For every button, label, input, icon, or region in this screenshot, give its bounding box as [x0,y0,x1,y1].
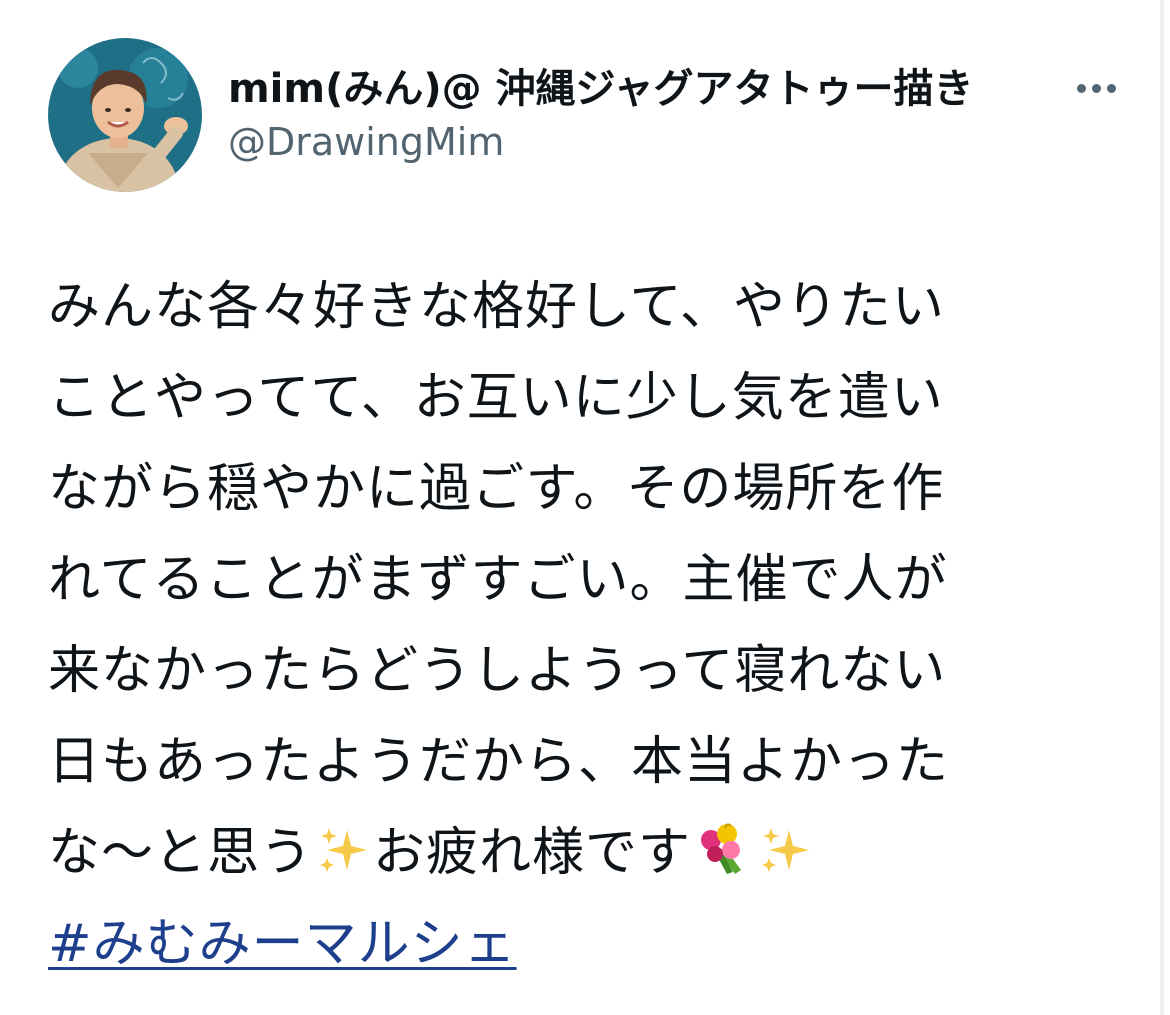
tweet-line: ことやってて、お互いに少し気を遣い [48,368,944,428]
more-horizontal-icon [1076,83,1086,93]
tweet-line: 来なかったらどうしようって寝れない [48,641,947,701]
tweet-line: みんな各々好きな格好して、やりたい [48,277,945,337]
author-handle[interactable]: @DrawingMim [228,118,504,166]
tweet-line: ながら穏やかに過ごす。その場所を作 [48,459,945,519]
tweet-line: な〜と思う お疲れ様です [48,808,1128,899]
hashtag-link[interactable]: #みむみーマルシェ [48,899,517,990]
bouquet-icon [695,814,751,905]
more-options-button[interactable] [1066,68,1126,108]
sparkles-icon [759,814,811,905]
more-dot [1091,83,1101,93]
tweet-text: みんな各々好きな格好して、やりたい ことやってて、お互いに少し気を遣い ながら穏… [48,262,1128,990]
avatar[interactable] [48,38,202,192]
tweet-line: 日もあったようだから、本当よかった [48,732,950,792]
tweet-line-text: お疲れ様です [373,823,692,883]
tweet-card: mim(みん)@ 沖縄ジャグアタトゥー描き @DrawingMim みんな各々好… [0,0,1170,1015]
author-display-name[interactable]: mim(みん)@ 沖縄ジャグアタトゥー描き [228,64,974,114]
tweet-line: れてることがまずすごい。主催で人が [48,550,948,610]
more-dot [1106,83,1116,93]
avatar-image [48,38,202,192]
tweet-line-text: な〜と思う [48,823,314,883]
sparkles-icon [317,814,369,905]
hashtag-line: #みむみーマルシェ [48,899,1128,990]
scrollbar[interactable] [1160,0,1164,1015]
